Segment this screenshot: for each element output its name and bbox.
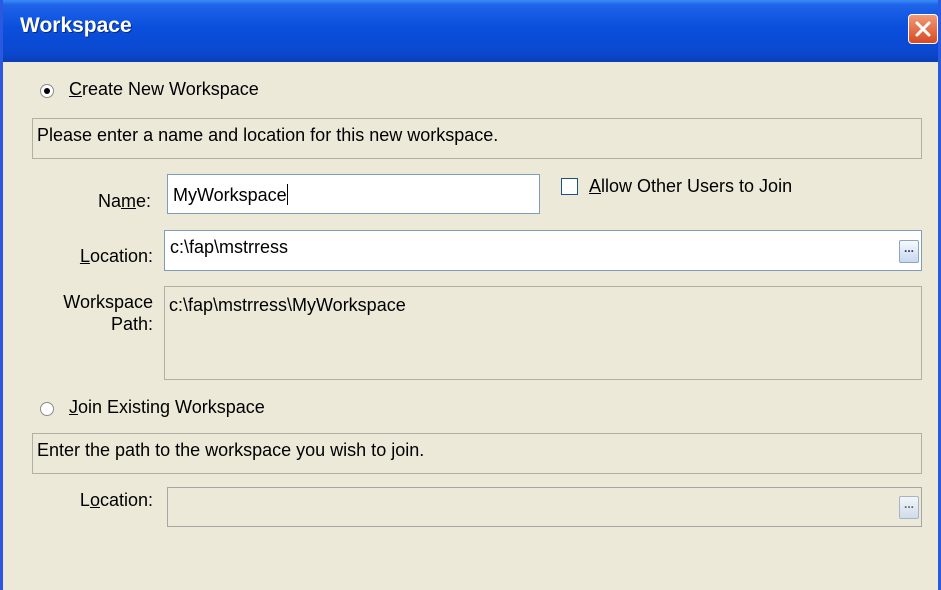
radio-selected-dot bbox=[44, 88, 50, 94]
join-workspace-radio[interactable] bbox=[40, 402, 54, 416]
create-workspace-radio[interactable] bbox=[40, 84, 54, 98]
workspace-dialog: Workspace Create New Workspace Please en… bbox=[0, 0, 941, 590]
location-input[interactable]: c:\fap\mstrress ... bbox=[164, 230, 922, 271]
window-title: Workspace bbox=[20, 14, 132, 37]
join-hint-text: Enter the path to the workspace you wish… bbox=[37, 440, 425, 460]
join-location-input[interactable]: ... bbox=[167, 487, 922, 527]
join-workspace-label[interactable]: Join Existing Workspace bbox=[69, 397, 265, 418]
text-caret bbox=[286, 184, 288, 205]
create-workspace-label[interactable]: Create New Workspace bbox=[69, 79, 259, 100]
workspace-path-value: c:\fap\mstrress\MyWorkspace bbox=[169, 295, 406, 315]
join-location-label: Location: bbox=[79, 490, 153, 510]
workspace-path-display: c:\fap\mstrress\MyWorkspace bbox=[164, 286, 922, 380]
name-input[interactable]: MyWorkspace bbox=[167, 174, 540, 214]
create-hint-panel: Please enter a name and location for thi… bbox=[32, 118, 922, 159]
name-label: Name: bbox=[97, 191, 151, 211]
allow-others-label[interactable]: Allow Other Users to Join bbox=[589, 176, 792, 197]
join-hint-panel: Enter the path to the workspace you wish… bbox=[32, 433, 922, 474]
join-location-browse-button[interactable]: ... bbox=[899, 496, 919, 519]
workspace-path-label: Workspace Path: bbox=[63, 292, 153, 334]
allow-others-checkbox[interactable] bbox=[561, 178, 578, 195]
close-button[interactable] bbox=[908, 14, 938, 44]
create-hint-text: Please enter a name and location for thi… bbox=[37, 125, 499, 145]
location-browse-button[interactable]: ... bbox=[899, 240, 919, 263]
location-label: Location: bbox=[79, 246, 153, 266]
title-bar[interactable]: Workspace bbox=[3, 0, 938, 62]
close-icon bbox=[915, 21, 931, 37]
